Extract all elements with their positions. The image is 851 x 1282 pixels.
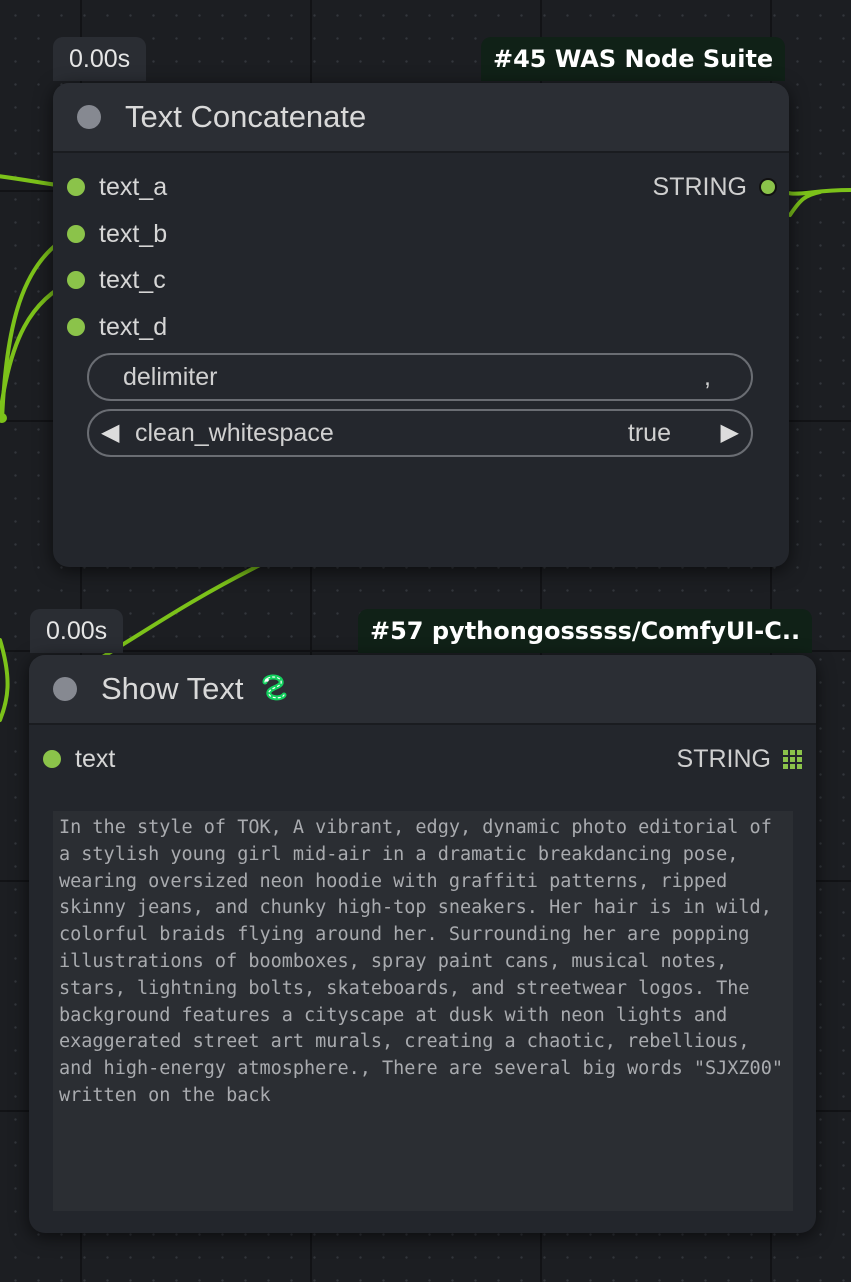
snake-icon: [262, 674, 287, 701]
widget-label: delimiter: [123, 363, 218, 391]
node-canvas[interactable]: 0.00s #45 WAS Node Suite Text Concatenat…: [0, 0, 851, 1282]
widget-value: ,: [704, 363, 711, 391]
slot-connector[interactable]: [43, 750, 61, 768]
slot-label: text_a: [99, 172, 168, 201]
slot-connector[interactable]: [67, 271, 85, 289]
slot-label: text_c: [99, 265, 166, 294]
collapse-toggle[interactable]: [77, 105, 101, 129]
show-text-node[interactable]: Show Text text STRING In the style of TO…: [29, 655, 816, 1233]
input-slot-text-c[interactable]: text_c: [67, 260, 166, 300]
node-header[interactable]: Text Concatenate: [53, 83, 789, 153]
text-output-area[interactable]: In the style of TOK, A vibrant, edgy, dy…: [53, 811, 793, 1211]
increment-arrow-icon[interactable]: ▶: [721, 411, 739, 455]
widget-value: true: [627, 419, 671, 447]
node-header[interactable]: Show Text: [29, 655, 816, 725]
widget-label: clean_whitespace: [135, 419, 334, 447]
input-slot-text-b[interactable]: text_b: [67, 214, 167, 254]
grid-icon[interactable]: [783, 749, 802, 769]
collapse-toggle[interactable]: [53, 677, 77, 701]
text-concatenate-node[interactable]: Text Concatenate text_a text_b text_c te…: [53, 83, 789, 567]
output-slot-string[interactable]: STRING: [653, 167, 777, 207]
output-connector[interactable]: [759, 178, 777, 196]
slot-connector[interactable]: [67, 225, 85, 243]
node-source-badge: #57 pythongosssss/ComfyUI-C..: [358, 609, 812, 653]
execution-time-badge: 0.00s: [53, 37, 147, 81]
slot-label: text_d: [99, 312, 168, 341]
wire-out-string-down: [788, 190, 822, 217]
slot-label: text_b: [99, 219, 168, 248]
wire-left-edge: [0, 638, 10, 722]
decrement-arrow-icon[interactable]: ◀: [101, 411, 119, 455]
wire-endpoint: [0, 413, 7, 423]
slot-connector[interactable]: [67, 178, 85, 196]
node-title: Show Text: [101, 671, 244, 706]
delimiter-field[interactable]: delimiter ,: [87, 353, 753, 401]
execution-time-badge: 0.00s: [30, 609, 124, 653]
output-type-label: STRING: [676, 744, 771, 773]
slot-connector[interactable]: [67, 318, 85, 336]
input-slot-text-d[interactable]: text_d: [67, 307, 167, 347]
output-slot-string[interactable]: STRING: [677, 739, 802, 779]
node-title: Text Concatenate: [125, 99, 367, 134]
output-type-label: STRING: [652, 172, 747, 201]
clean-whitespace-toggle[interactable]: ◀ clean_whitespace true ▶: [87, 409, 753, 457]
node-source-badge: #45 WAS Node Suite: [481, 37, 786, 81]
input-slot-text[interactable]: text: [43, 739, 115, 779]
slot-label: text: [75, 744, 116, 773]
input-slot-text-a[interactable]: text_a: [67, 167, 167, 207]
